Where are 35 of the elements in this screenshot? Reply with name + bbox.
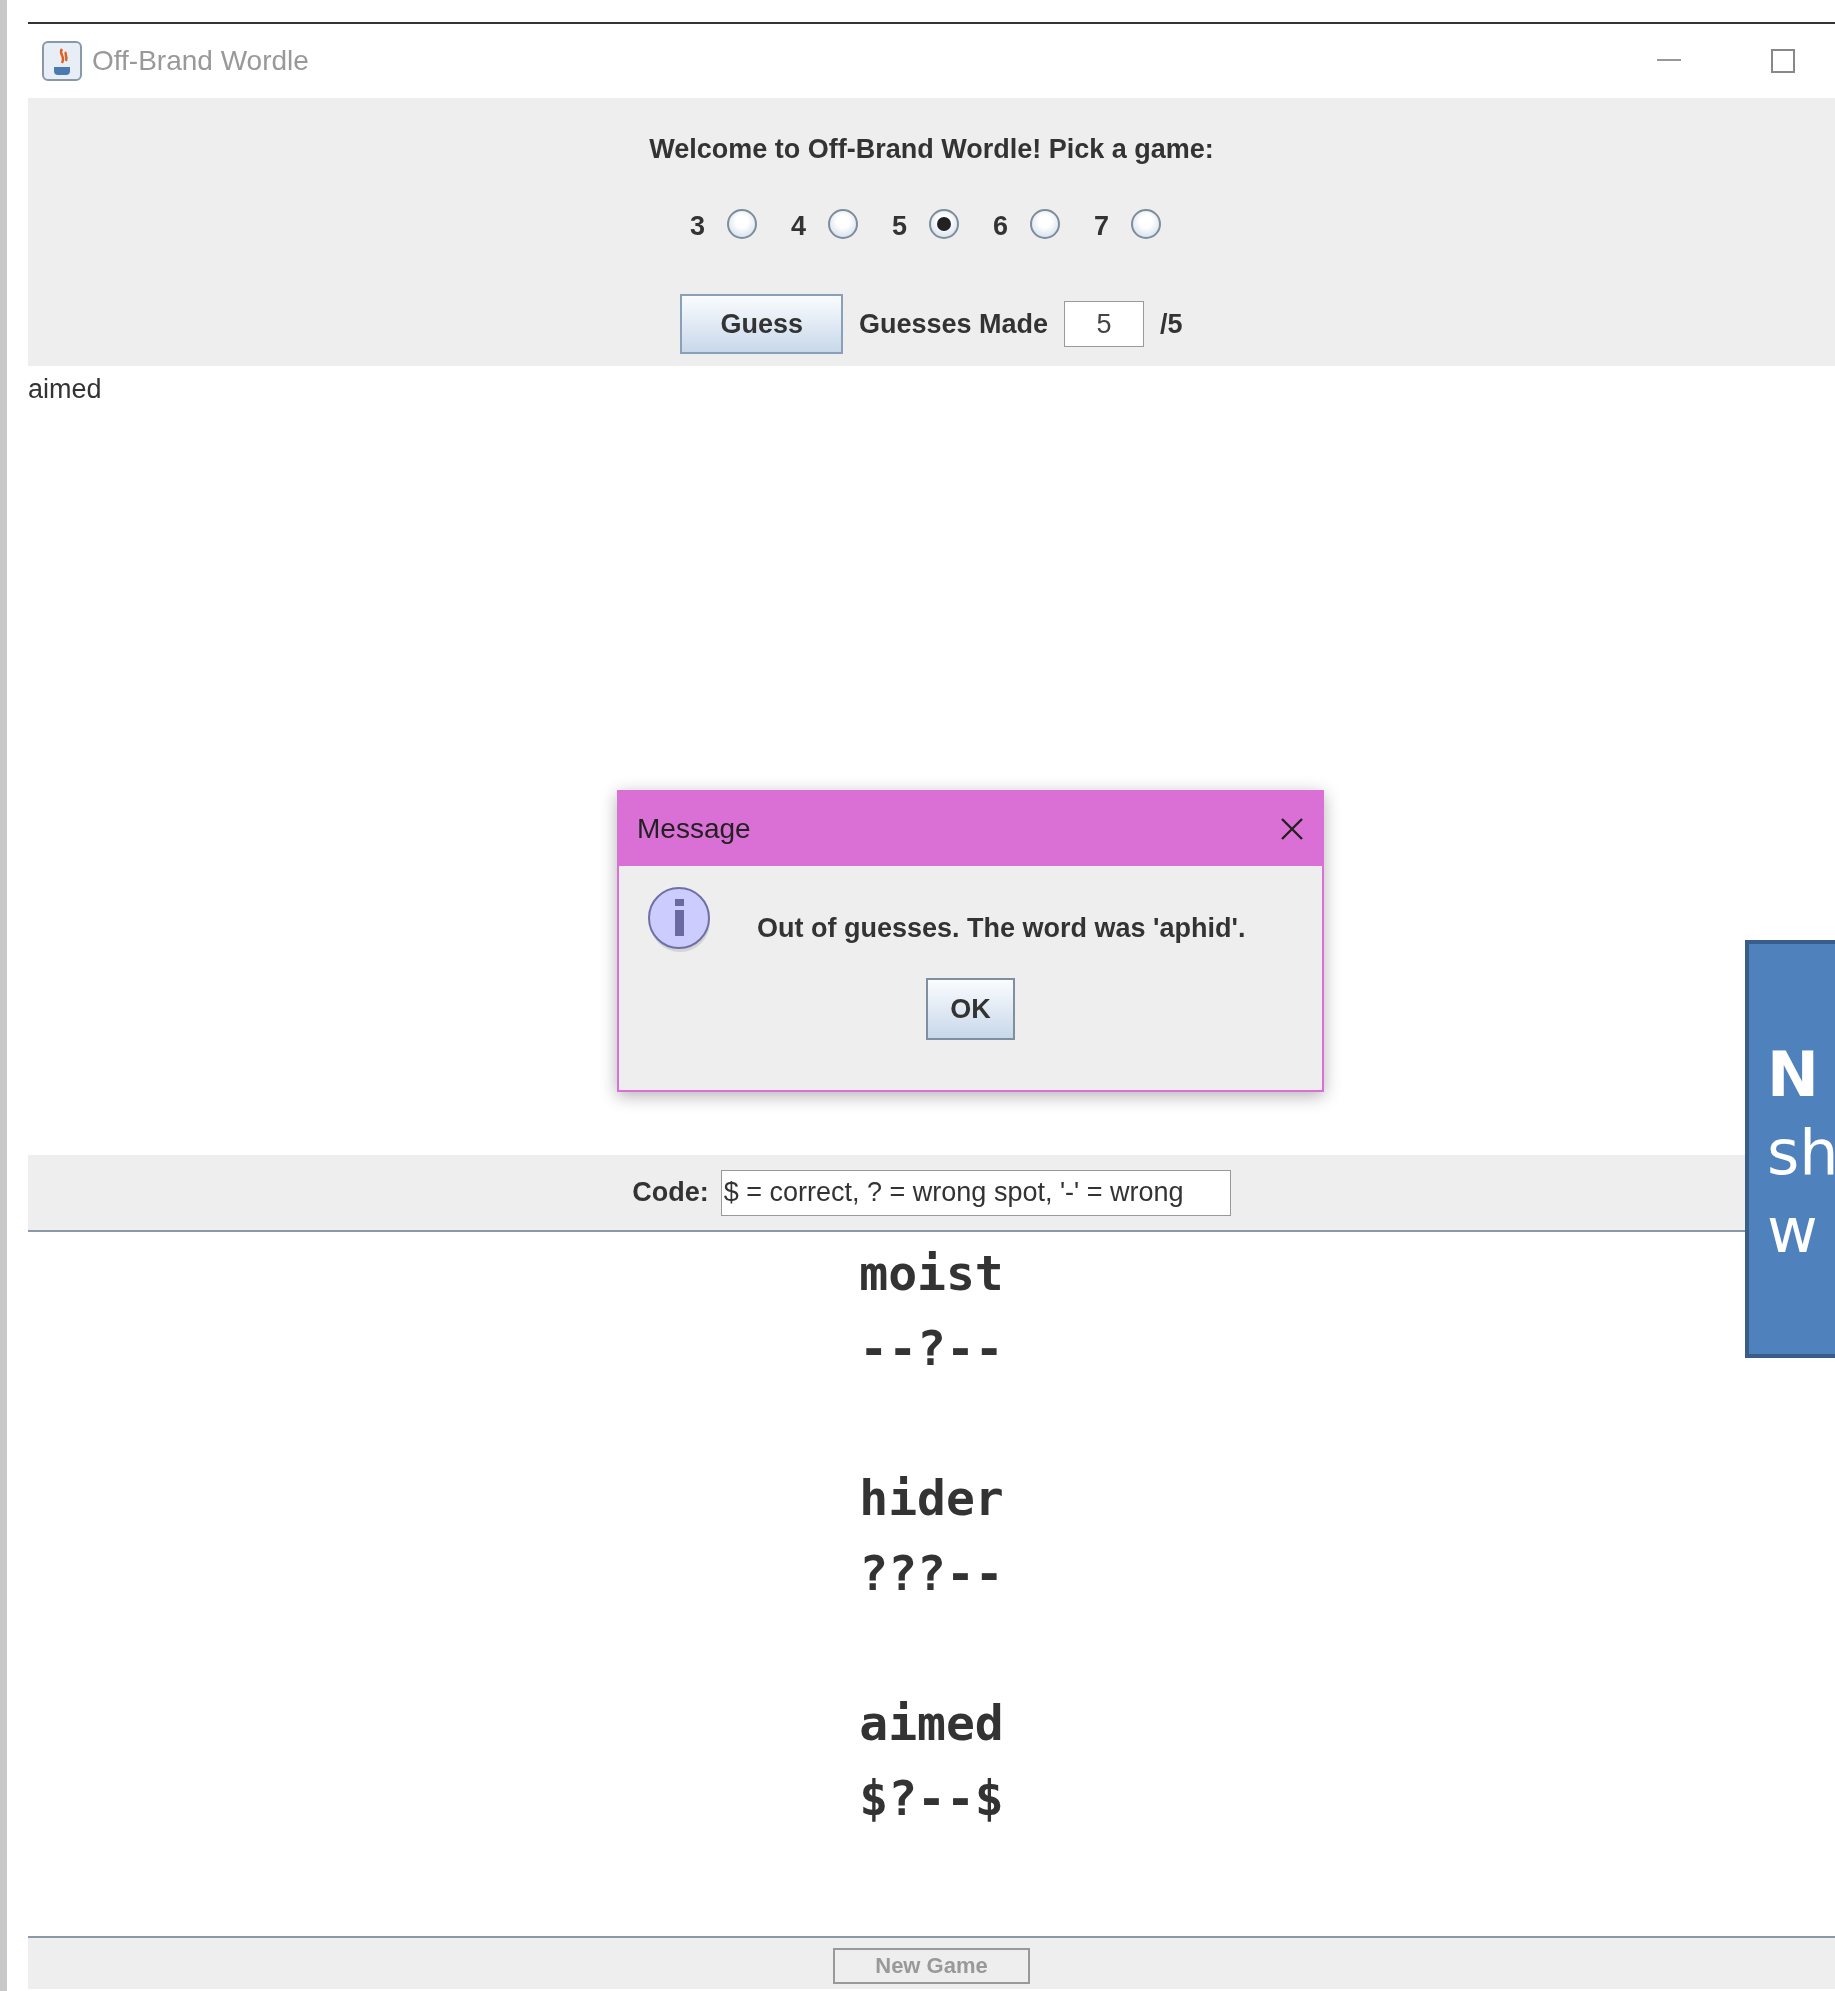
guess-code: ???-- xyxy=(859,1544,1004,1603)
minimize-icon[interactable] xyxy=(1657,59,1681,63)
guesses-label: Guesses Made xyxy=(858,308,1049,340)
app-icon xyxy=(42,41,82,81)
dialog-message: Out of guesses. The word was 'aphid'. xyxy=(757,912,1246,944)
guesses-field[interactable]: 5 xyxy=(1064,301,1145,347)
guess-word: aimed xyxy=(859,1694,1004,1753)
code-field[interactable]: $ = correct, ? = wrong spot, '-' = wrong xyxy=(720,1169,1231,1216)
callout-text: sh xyxy=(1767,1115,1835,1191)
radio-button[interactable] xyxy=(1131,208,1162,239)
guesses-total: /5 xyxy=(1160,308,1183,340)
radio-label: 5 xyxy=(892,211,907,242)
radio-button[interactable] xyxy=(726,208,757,239)
window-title: Off-Brand Wordle xyxy=(92,45,309,77)
guess-word: moist xyxy=(859,1244,1004,1303)
callout-text: w xyxy=(1767,1193,1819,1269)
ok-button[interactable]: OK xyxy=(926,978,1015,1040)
maximize-icon[interactable] xyxy=(1771,49,1795,73)
guess-code: $?--$ xyxy=(859,1769,1004,1828)
welcome-text: Welcome to Off-Brand Wordle! Pick a game: xyxy=(649,134,1214,165)
close-icon[interactable] xyxy=(1280,817,1304,841)
code-label: Code: xyxy=(632,1177,709,1208)
last-guess-text: aimed xyxy=(28,374,102,405)
radio-button[interactable] xyxy=(1030,208,1061,239)
callout-text: N xyxy=(1767,1037,1820,1113)
radio-label: 3 xyxy=(689,211,705,242)
guess-button[interactable]: Guess xyxy=(680,294,843,354)
radio-label: 4 xyxy=(790,211,806,242)
guess-word: hider xyxy=(859,1469,1004,1528)
radio-button[interactable] xyxy=(828,208,858,239)
dialog-title: Message xyxy=(637,813,751,845)
radio-label: 7 xyxy=(1094,211,1110,242)
radio-button[interactable] xyxy=(929,208,959,239)
radio-label: 6 xyxy=(993,211,1009,242)
guess-code: --?-- xyxy=(859,1319,1004,1378)
